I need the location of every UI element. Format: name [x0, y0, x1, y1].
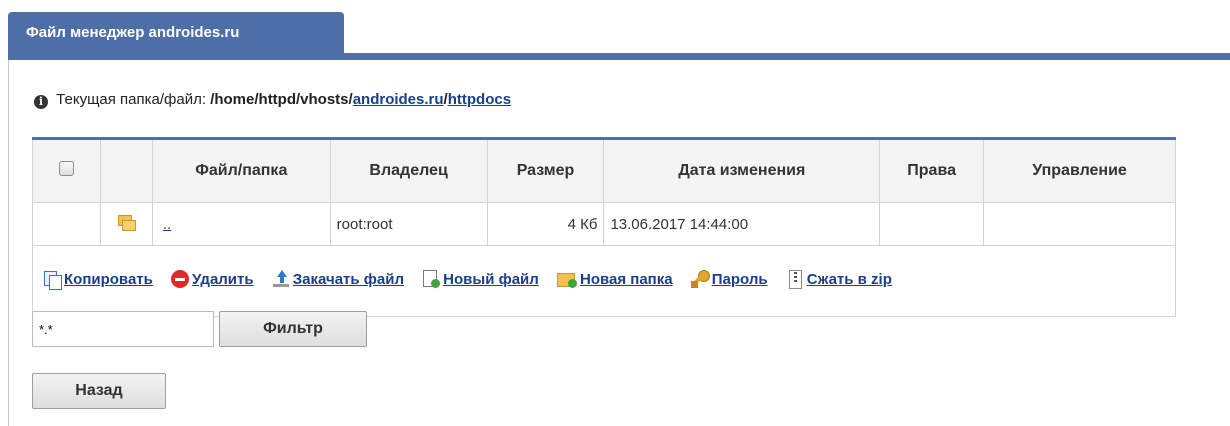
zip-action[interactable]: Сжать в zip — [786, 270, 892, 289]
back-button[interactable]: Назад — [32, 373, 166, 409]
files-table: Файл/папка Владелец Размер Дата изменени… — [32, 137, 1176, 317]
header-manage: Управление — [983, 138, 1176, 203]
actions-row: Копировать Удалить Закачать файл Новый ф… — [32, 245, 1176, 317]
upload-action[interactable]: Закачать файл — [272, 270, 404, 288]
tab-underline — [8, 53, 1230, 60]
copy-link[interactable]: Копировать — [64, 271, 153, 288]
path-link-domain[interactable]: androides.ru — [353, 91, 444, 108]
new-file-action[interactable]: Новый файл — [422, 270, 539, 288]
icon-header — [99, 138, 153, 203]
password-action[interactable]: Пароль — [690, 270, 768, 288]
current-path: i Текущая папка/файл: /home/httpd/vhosts… — [34, 91, 511, 109]
path-link-httpdocs[interactable]: httpdocs — [448, 91, 511, 108]
copy-icon — [43, 270, 62, 290]
header-modified: Дата изменения — [603, 138, 881, 203]
new-folder-action[interactable]: Новая папка — [556, 270, 673, 288]
info-icon: i — [34, 95, 48, 109]
parent-folder-link[interactable]: .. — [163, 216, 171, 233]
parent-folder-icon[interactable] — [117, 214, 137, 231]
row-name-cell: .. — [151, 202, 331, 246]
row-select-cell — [32, 202, 101, 246]
row-icon-cell — [99, 202, 153, 246]
zip-icon — [786, 270, 804, 289]
zip-link[interactable]: Сжать в zip — [807, 271, 892, 288]
delete-action[interactable]: Удалить — [171, 270, 254, 288]
upload-icon — [272, 270, 290, 288]
delete-link[interactable]: Удалить — [192, 271, 254, 288]
filter-button[interactable]: Фильтр — [219, 311, 367, 347]
select-all-cell — [32, 138, 101, 203]
select-all-checkbox[interactable] — [58, 161, 74, 176]
table-row: .. root:root 4 Кб 13.06.2017 14:44:00 — [32, 202, 1176, 246]
new-file-link[interactable]: Новый файл — [443, 271, 539, 288]
row-manage-cell — [983, 202, 1176, 246]
row-size-cell: 4 Кб — [486, 202, 605, 246]
header-perms: Права — [879, 138, 985, 203]
upload-link[interactable]: Закачать файл — [293, 271, 404, 288]
filter-input[interactable] — [32, 311, 214, 347]
path-label: Текущая папка/файл: — [56, 91, 207, 108]
password-link[interactable]: Пароль — [712, 271, 768, 288]
path-prefix: /home/httpd/vhosts/ — [210, 91, 353, 108]
copy-action[interactable]: Копировать — [43, 270, 153, 290]
key-icon — [690, 270, 710, 288]
new-file-icon — [422, 270, 441, 288]
table-header-row: Файл/папка Владелец Размер Дата изменени… — [32, 138, 1176, 203]
actions-cell: Копировать Удалить Закачать файл Новый ф… — [32, 245, 1176, 317]
header-size: Размер — [486, 138, 605, 203]
new-folder-link[interactable]: Новая папка — [580, 271, 673, 288]
header-name: Файл/папка — [151, 138, 331, 203]
row-perms-cell — [879, 202, 985, 246]
left-border — [8, 60, 9, 426]
header-owner: Владелец — [329, 138, 488, 203]
row-modified-cell: 13.06.2017 14:44:00 — [603, 202, 881, 246]
row-owner-cell: root:root — [329, 202, 488, 246]
delete-icon — [171, 270, 190, 288]
new-folder-icon — [556, 270, 577, 288]
file-manager-tab[interactable]: Файл менеджер androides.ru — [8, 12, 344, 53]
